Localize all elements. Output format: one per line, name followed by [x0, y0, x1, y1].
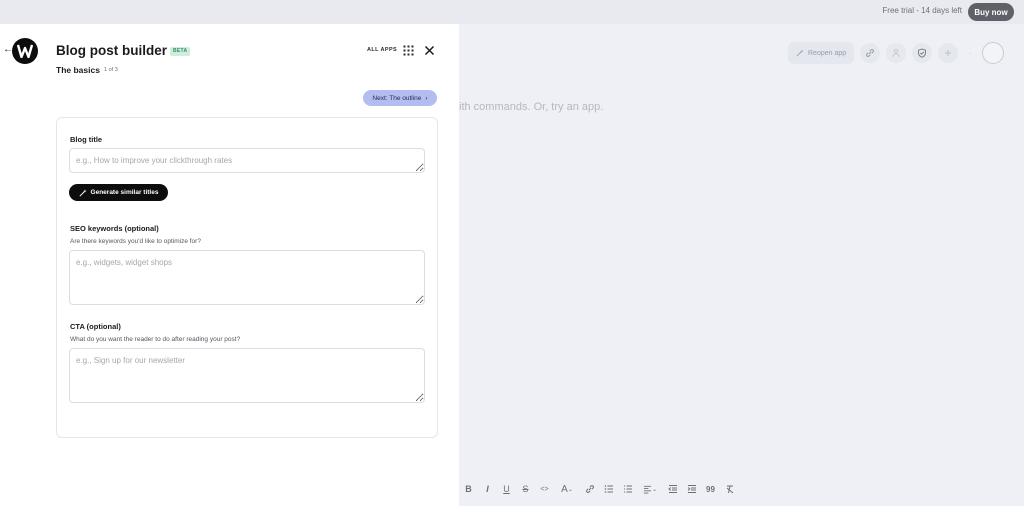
close-icon[interactable] [424, 45, 435, 56]
generate-similar-titles-button[interactable]: Generate similar titles [69, 184, 168, 201]
w-logo-icon [17, 44, 33, 58]
editor-hint: ith commands. Or, try an app. [459, 101, 604, 113]
page-title: Blog post builder [56, 43, 167, 58]
next-step-button[interactable]: Next: The outline › [363, 90, 437, 106]
blog-title-label: Blog title [70, 135, 103, 144]
add-button[interactable] [938, 43, 959, 63]
cta-help: What do you want the reader to do after … [70, 336, 241, 343]
separator-dot: · [968, 48, 972, 58]
align-icon[interactable]: ⌄ [641, 482, 659, 496]
audio-button[interactable] [886, 43, 907, 63]
editor-toolbar: Reopen app · [788, 42, 1005, 64]
beta-badge: BETA [170, 47, 191, 56]
top-bar: Free trial - 14 days left Buy now [0, 0, 1024, 24]
editor-area[interactable] [459, 24, 1024, 506]
cta-label: CTA (optional) [70, 322, 121, 331]
next-step-label: Next: The outline [372, 94, 422, 102]
reopen-app-label: Reopen app [808, 49, 847, 57]
seo-keywords-label: SEO keywords (optional) [70, 224, 159, 233]
magic-wand-icon [78, 188, 87, 197]
italic-icon[interactable]: I [482, 482, 493, 496]
clear-format-icon[interactable] [724, 482, 735, 496]
plus-icon [945, 50, 952, 56]
avatar[interactable] [982, 42, 1005, 64]
numbered-list-icon[interactable] [622, 482, 633, 496]
strikethrough-icon[interactable]: S [520, 482, 531, 496]
step-name: The basics [56, 65, 100, 75]
seo-keywords-field[interactable] [69, 250, 425, 305]
link-icon [866, 49, 875, 57]
link-icon[interactable] [584, 482, 595, 496]
grid-icon[interactable] [403, 45, 414, 56]
verify-button[interactable] [912, 43, 933, 63]
quote-icon[interactable]: 99 [705, 482, 716, 496]
link-button[interactable] [860, 43, 881, 63]
buy-now-button[interactable]: Buy now [968, 3, 1014, 21]
indent-icon[interactable] [686, 482, 697, 496]
bold-icon[interactable]: B [463, 482, 474, 496]
magic-wand-icon [796, 49, 804, 57]
outdent-icon[interactable] [667, 482, 678, 496]
trial-status: Free trial - 14 days left [882, 6, 962, 15]
code-icon[interactable]: <> [539, 482, 550, 496]
chevron-right-icon: › [425, 94, 428, 102]
reopen-app-button[interactable]: Reopen app [788, 42, 855, 64]
font-size-icon[interactable]: A ⌄ [558, 482, 576, 496]
format-toolbar: B I U S <> A ⌄ ⌄ 99 [463, 482, 735, 496]
bullet-list-icon[interactable] [603, 482, 614, 496]
seo-keywords-help: Are there keywords you'd like to optimiz… [70, 238, 201, 245]
app-logo [12, 38, 38, 64]
person-icon [892, 48, 900, 58]
shield-check-icon [918, 48, 927, 58]
all-apps-link[interactable]: ALL APPS [367, 47, 397, 53]
generate-label: Generate similar titles [90, 189, 159, 196]
blog-title-field[interactable] [69, 148, 425, 173]
underline-icon[interactable]: U [501, 482, 512, 496]
cta-field[interactable] [69, 348, 425, 403]
step-count: 1 of 3 [104, 67, 118, 73]
